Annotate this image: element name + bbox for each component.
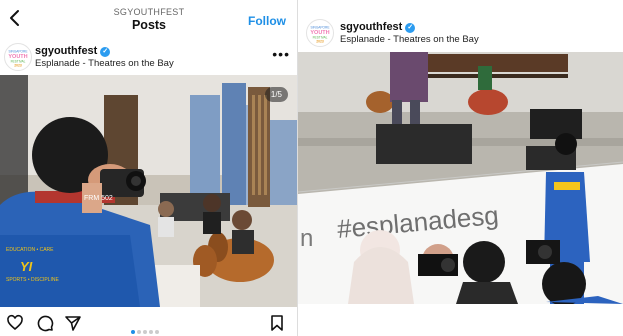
verified-icon: ✓ [100, 47, 111, 57]
post-photo[interactable]: YI EDUCATION • CARE SPORTS • DISCIPLINE … [0, 75, 298, 307]
share-icon[interactable] [64, 314, 82, 332]
shirt-text-education: EDUCATION • CARE [6, 247, 54, 253]
username[interactable]: sgyouthfest ✓ [340, 21, 416, 33]
top-bar: SGYOUTHFEST Posts Follow [0, 0, 298, 38]
avatar[interactable]: SINGAPORE YOUTH FESTIVAL 2023 [4, 43, 32, 71]
sgyf-logo: SINGAPORE YOUTH FESTIVAL 2023 [6, 45, 30, 69]
shirt-text-sports: SPORTS • DISCIPLINE [6, 277, 59, 283]
camera-strap-text: FRM 502 [84, 195, 113, 202]
carousel-counter: 1/5 [264, 87, 288, 102]
carousel-dot-active [131, 330, 135, 334]
post-actions [0, 312, 298, 336]
carousel-dot [143, 330, 147, 334]
username[interactable]: sgyouthfest ✓ [35, 45, 111, 57]
svg-text:SINGAPORE: SINGAPORE [311, 26, 330, 30]
svg-text:2023: 2023 [316, 40, 324, 44]
bookmark-icon[interactable] [268, 314, 286, 332]
photo-scene: #esplanadesg n [298, 52, 623, 304]
left-post-panel: SGYOUTHFEST Posts Follow SINGAPORE YOUTH… [0, 0, 298, 336]
carousel-dot [155, 330, 159, 334]
post-photo[interactable]: #esplanadesg n [298, 52, 623, 304]
post-header: SINGAPORE YOUTH FESTIVAL 2023 sgyouthfes… [298, 14, 623, 50]
right-post-panel: SINGAPORE YOUTH FESTIVAL 2023 sgyouthfes… [298, 0, 623, 336]
carousel-indicator [131, 321, 161, 336]
avatar[interactable]: SINGAPORE YOUTH FESTIVAL 2023 [306, 19, 334, 47]
wall-fragment: n [300, 225, 313, 252]
carousel-dot [149, 330, 153, 334]
photo-scene: YI EDUCATION • CARE SPORTS • DISCIPLINE … [0, 75, 298, 307]
location-link[interactable]: Esplanade - Theatres on the Bay [340, 34, 479, 45]
post-header: SINGAPORE YOUTH FESTIVAL 2023 sgyouthfes… [0, 38, 298, 74]
sgyf-logo: SINGAPORE YOUTH FESTIVAL 2023 [308, 21, 332, 45]
more-horizontal-icon[interactable]: ••• [272, 46, 290, 62]
carousel-dot [137, 330, 141, 334]
follow-button[interactable]: Follow [248, 14, 286, 28]
svg-text:2023: 2023 [14, 64, 22, 68]
shirt-text-yi: YI [20, 259, 33, 274]
comment-icon[interactable] [36, 314, 54, 332]
heart-icon[interactable] [6, 314, 24, 332]
verified-icon: ✓ [405, 23, 416, 33]
location-link[interactable]: Esplanade - Theatres on the Bay [35, 58, 174, 69]
svg-text:SINGAPORE: SINGAPORE [9, 50, 28, 54]
